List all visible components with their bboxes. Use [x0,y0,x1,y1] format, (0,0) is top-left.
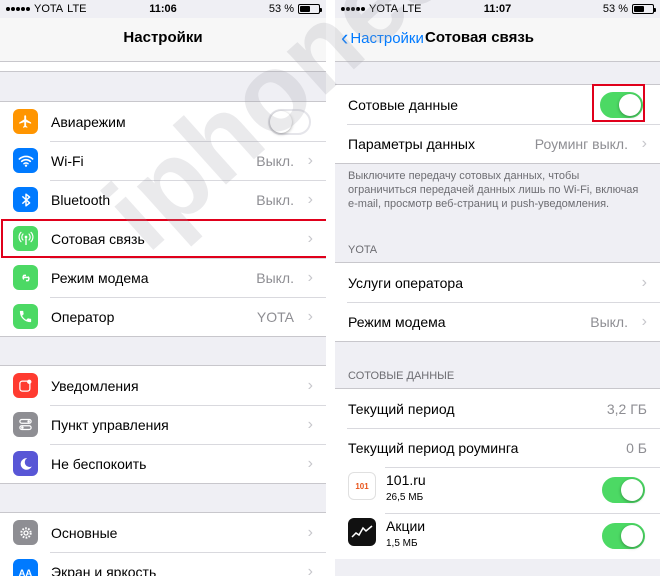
data-options-value: Роуминг выкл. [534,135,628,152]
panel-divider [326,0,335,576]
settings-row-label: Bluetooth [51,191,111,208]
settings-row-control-center[interactable]: Пункт управления › [0,405,326,444]
settings-row-label: Не беспокоить [51,455,147,472]
battery-icon [298,4,322,14]
radio-app-icon: 101 [348,472,376,500]
carrier-value: YOTA [256,308,294,325]
settings-row-general[interactable]: Основные › [0,513,326,552]
moon-icon [13,451,38,476]
chevron-right-icon: › [307,376,313,394]
battery-percent: 53 % [268,3,294,15]
gear-icon [13,520,38,545]
notifications-icon [13,373,38,398]
profile-group-partial [0,62,326,72]
stocks-app-icon [348,518,376,546]
settings-row-do-not-disturb[interactable]: Не беспокоить › [0,444,326,483]
status-bar: YOTA LTE 11:06 53 % [0,0,326,18]
hotspot-status: Выкл. [256,269,294,286]
settings-row-notifications[interactable]: Уведомления › [0,366,326,405]
settings-row-carrier[interactable]: Оператор YOTA › [0,297,326,336]
app-cellular-toggle[interactable] [602,523,645,549]
app-cellular-toggle[interactable] [602,477,645,503]
app-row-stocks[interactable]: Акции 1,5 МБ [335,513,660,559]
notifications-group: Уведомления › Пункт управления › Не бесп… [0,365,326,484]
highlight-cellular-toggle [592,84,645,122]
chevron-left-icon: ‹ [341,25,349,50]
nav-bar: ‹ Настройки Сотовая связь [335,18,660,62]
cellular-data-note: Выключите передачу сотовых данных, чтобы… [348,170,639,210]
settings-row-label: Wi-Fi [51,152,84,169]
carrier-group: Услуги оператора › Режим модема Выкл. › [335,262,660,342]
chevron-right-icon: › [307,268,313,286]
settings-row-label: Уведомления [51,377,139,394]
control-center-icon [13,412,38,437]
app-data-size: 1,5 МБ [386,538,418,549]
hotspot-row[interactable]: Режим модема Выкл. › [335,302,660,341]
app-row-101ru[interactable]: 101 101.ru 26,5 МБ [335,467,660,513]
page-title: Сотовая связь [425,29,535,46]
wifi-icon [13,148,38,173]
chevron-right-icon: › [307,151,313,169]
chevron-right-icon: › [307,523,313,541]
usage-row-roaming-period: Текущий период роуминга 0 Б [335,428,660,467]
carrier-services-row[interactable]: Услуги оператора › [335,263,660,302]
chevron-right-icon: › [641,312,647,330]
hotspot-value: Выкл. [590,313,628,330]
airplane-icon [13,109,38,134]
chevron-right-icon: › [307,562,313,576]
chevron-right-icon: › [307,454,313,472]
hotspot-label: Режим модема [348,313,446,330]
back-label: Настройки [350,29,424,47]
data-options-row[interactable]: Параметры данных Роуминг выкл. › [335,124,660,163]
usage-label: Текущий период [348,400,455,417]
chevron-right-icon: › [307,190,313,208]
usage-group: Текущий период 3,2 ГБ Текущий период роу… [335,388,660,559]
airplane-toggle[interactable] [268,108,311,135]
settings-row-label: Пункт управления [51,416,169,433]
data-options-label: Параметры данных [348,135,475,152]
chevron-right-icon: › [307,307,313,325]
usage-section-header: СОТОВЫЕ ДАННЫЕ [348,370,455,382]
usage-value: 0 Б [626,439,647,456]
settings-row-bluetooth[interactable]: Bluetooth Выкл. › [0,180,326,219]
app-name: Акции [386,518,426,534]
cellular-screen: YOTA LTE 11:07 53 % ‹ Настройки Сотовая … [335,0,660,576]
svg-text:AA: AA [18,568,32,576]
settings-row-label: Оператор [51,308,115,325]
chevron-right-icon: › [641,134,647,152]
settings-row-airplane[interactable]: Авиарежим [0,102,326,141]
app-name: 101.ru [386,472,426,488]
carrier-section-header: YOTA [348,244,378,256]
settings-row-label: Экран и яркость [51,563,157,576]
carrier-services-label: Услуги оператора [348,274,463,291]
usage-row-current-period: Текущий период 3,2 ГБ [335,389,660,428]
nav-bar: Настройки [0,18,326,62]
wifi-status: Выкл. [256,152,294,169]
settings-row-display[interactable]: AA Экран и яркость › [0,552,326,576]
settings-row-hotspot[interactable]: Режим модема Выкл. › [0,258,326,297]
phone-icon [13,304,38,329]
settings-row-label: Авиарежим [51,113,126,130]
settings-row-wifi[interactable]: Wi-Fi Выкл. › [0,141,326,180]
battery-percent: 53 % [602,3,628,15]
general-group: Основные › AA Экран и яркость › [0,512,326,576]
settings-row-label: Режим модема [51,269,149,286]
usage-label: Текущий период роуминга [348,439,519,456]
page-title: Настройки [123,29,203,46]
highlight-cellular-row [1,219,326,258]
cellular-data-label: Сотовые данные [348,96,459,113]
settings-row-label: Основные [51,524,118,541]
bluetooth-icon [13,187,38,212]
hotspot-icon [13,265,38,290]
back-button[interactable]: ‹ Настройки [341,27,424,49]
battery-icon [632,4,656,14]
display-icon: AA [13,559,38,576]
chevron-right-icon: › [641,273,647,291]
usage-value: 3,2 ГБ [606,400,647,417]
chevron-right-icon: › [307,415,313,433]
bluetooth-status: Выкл. [256,191,294,208]
status-bar: YOTA LTE 11:07 53 % [335,0,660,18]
app-data-size: 26,5 МБ [386,492,424,503]
settings-screen: YOTA LTE 11:06 53 % Настройки Авиарежим … [0,0,326,576]
